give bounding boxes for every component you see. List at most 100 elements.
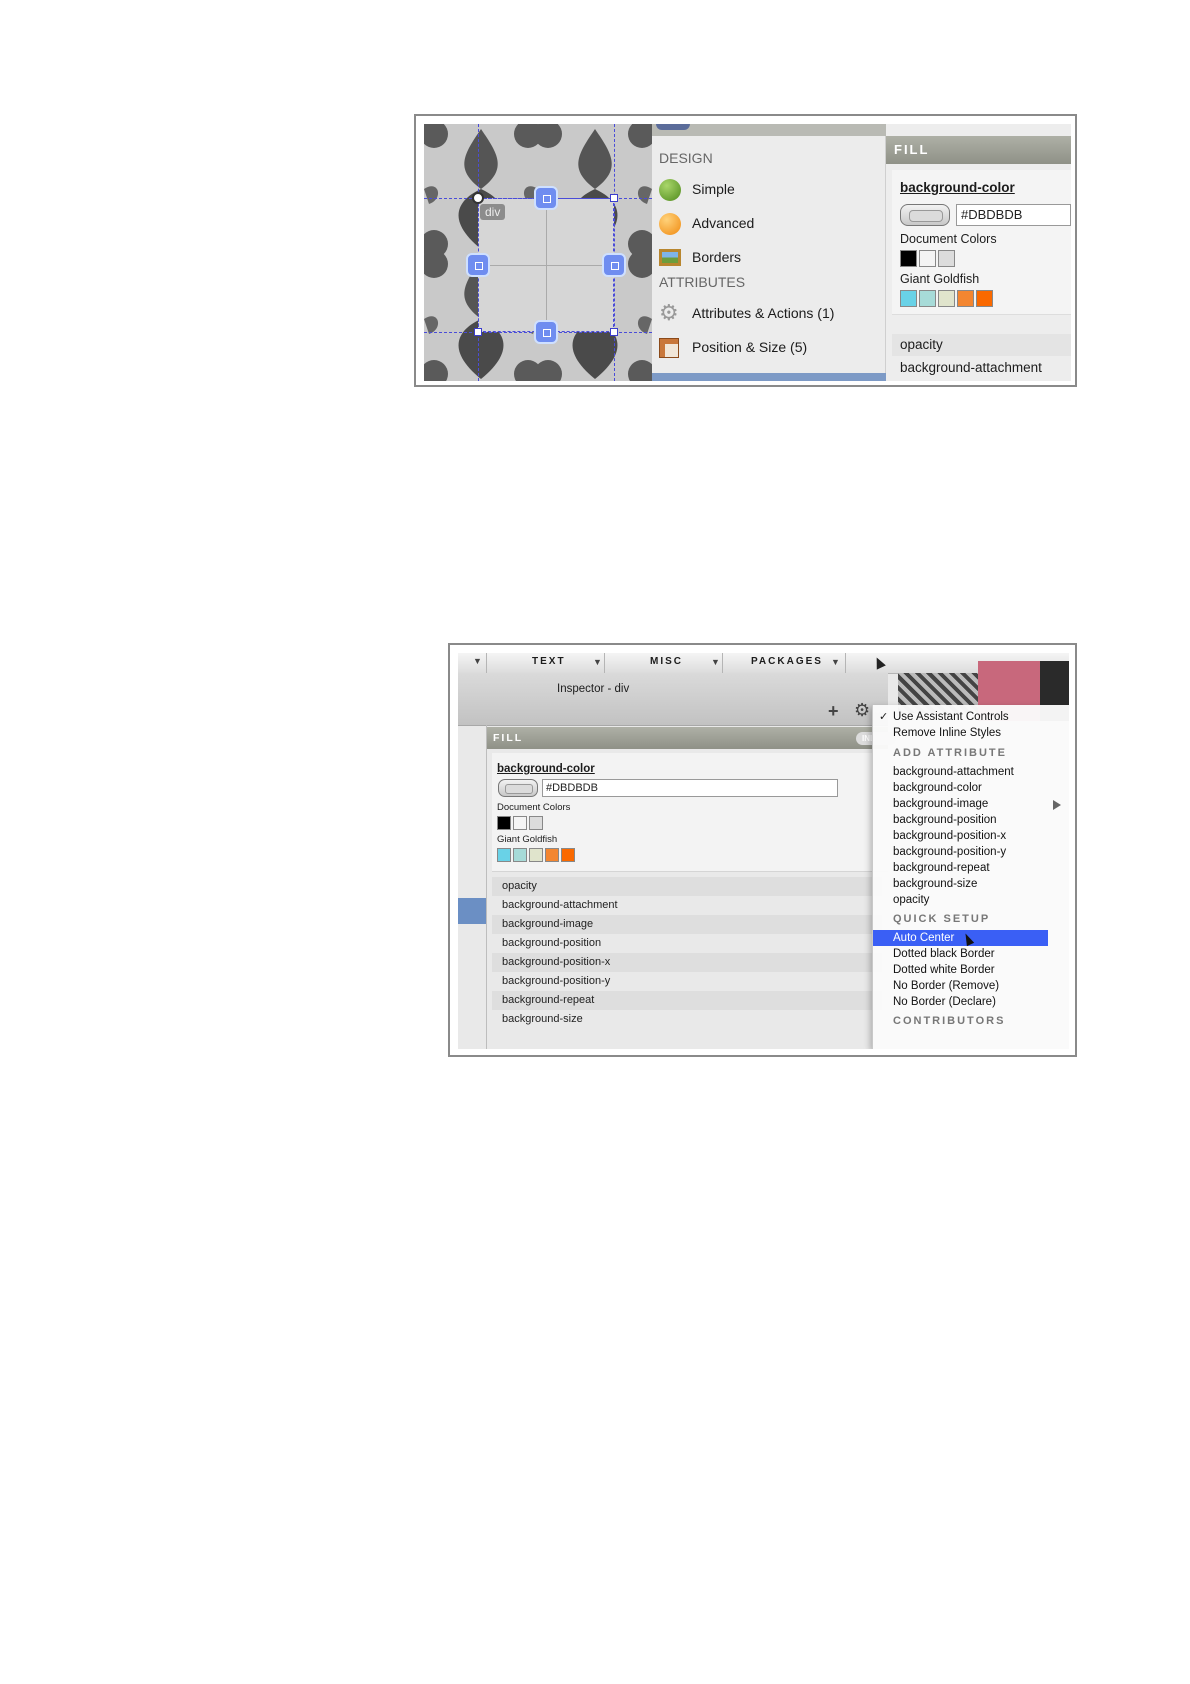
document-color-swatch[interactable] xyxy=(919,250,936,267)
resize-handle-top[interactable] xyxy=(534,186,558,210)
design-panel-selected-strip xyxy=(652,373,886,381)
context-menu: ✓ Use Assistant Controls Remove Inline S… xyxy=(872,705,1069,1049)
tab-text[interactable]: TEXT ▼ xyxy=(486,653,605,673)
color-well-button[interactable] xyxy=(498,779,538,797)
fill-row-background-size[interactable]: background-size xyxy=(492,1010,882,1029)
palette-color-swatch[interactable] xyxy=(957,290,974,307)
fill-row-opacity[interactable]: opacity xyxy=(492,877,882,896)
fill-row-opacity[interactable]: opacity xyxy=(892,334,1071,356)
menu-item-add-background-position-x[interactable]: background-position-x xyxy=(893,830,1006,842)
resize-handle-right[interactable] xyxy=(602,253,626,277)
inspector-window: ▼ TEXT ▼ MISC ▼ PACKAGES ▼ Inspector - d… xyxy=(458,653,1069,1049)
green-circle-icon xyxy=(659,179,681,201)
attr-item-position-size[interactable]: Position & Size (5) xyxy=(659,336,879,360)
design-item-label: Simple xyxy=(692,181,735,197)
menu-item-add-background-image[interactable]: background-image xyxy=(893,798,988,810)
design-item-label: Borders xyxy=(692,249,742,265)
inspector-header xyxy=(458,673,888,726)
screenshot-top: div DESIGN Simple Advanced Borders ATTRI… xyxy=(414,114,1077,387)
palette-color-swatch[interactable] xyxy=(900,290,917,307)
menu-item-add-background-color[interactable]: background-color xyxy=(893,782,982,794)
menu-item-remove-inline-styles[interactable]: Remove Inline Styles xyxy=(893,727,1001,739)
design-item-borders[interactable]: Borders xyxy=(659,246,879,270)
anchor-point[interactable] xyxy=(472,192,484,204)
fill-property-name[interactable]: background-color xyxy=(900,180,1015,195)
menu-item-add-background-size[interactable]: background-size xyxy=(893,878,977,890)
menu-item-no-border-declare[interactable]: No Border (Declare) xyxy=(893,996,996,1008)
menu-item-add-background-position[interactable]: background-position xyxy=(893,814,997,826)
document-color-swatch[interactable] xyxy=(529,816,543,830)
resize-handle-left[interactable] xyxy=(466,253,490,277)
sidebar-divider xyxy=(486,725,487,1049)
fill-row-background-image[interactable]: background-image xyxy=(492,915,882,934)
resize-handle-bottom[interactable] xyxy=(534,320,558,344)
screenshot-bottom: ▼ TEXT ▼ MISC ▼ PACKAGES ▼ Inspector - d… xyxy=(448,643,1077,1057)
palette-color-swatch[interactable] xyxy=(497,848,511,862)
fill-row-background-attachment[interactable]: background-attachment xyxy=(492,896,882,915)
section-design-heading: DESIGN xyxy=(659,150,713,166)
palette-color-swatch[interactable] xyxy=(529,848,543,862)
fill-row-background-position-y[interactable]: background-position-y xyxy=(492,972,882,991)
color-well-button[interactable] xyxy=(900,204,950,226)
palette-color-swatch[interactable] xyxy=(919,290,936,307)
fill-property-name[interactable]: background-color xyxy=(497,763,595,775)
chevron-down-icon: ▼ xyxy=(593,657,602,667)
document-color-swatch[interactable] xyxy=(900,250,917,267)
menu-item-add-opacity[interactable]: opacity xyxy=(893,894,929,906)
attr-item-label: Attributes & Actions (1) xyxy=(692,305,835,321)
chevron-down-icon: ▼ xyxy=(711,657,720,667)
gear-icon: ⚙ xyxy=(659,300,679,325)
menu-item-dotted-white-border[interactable]: Dotted white Border xyxy=(893,964,995,976)
menu-item-no-border-remove[interactable]: No Border (Remove) xyxy=(893,980,999,992)
menu-section-contributors: CONTRIBUTORS xyxy=(893,1015,1006,1027)
document-color-swatch[interactable] xyxy=(497,816,511,830)
document-color-swatch[interactable] xyxy=(513,816,527,830)
palette-color-swatch[interactable] xyxy=(561,848,575,862)
corner-handle-br[interactable] xyxy=(610,328,618,336)
ruler-icon xyxy=(659,338,679,358)
div-tag-label: div xyxy=(480,204,506,220)
palette-color-swatch[interactable] xyxy=(513,848,527,862)
attr-item-attributes-actions[interactable]: ⚙ Attributes & Actions (1) xyxy=(659,302,879,326)
menu-item-add-background-position-y[interactable]: background-position-y xyxy=(893,846,1006,858)
menu-item-add-background-attachment[interactable]: background-attachment xyxy=(893,766,1014,778)
inspector-title: Inspector - div xyxy=(557,683,630,695)
fill-row-background-position-x[interactable]: background-position-x xyxy=(492,953,882,972)
tab-label: TEXT xyxy=(532,656,566,667)
sidebar-selected-strip xyxy=(458,898,486,924)
fill-row-background-position[interactable]: background-position xyxy=(492,934,882,953)
menu-item-dotted-black-border[interactable]: Dotted black Border xyxy=(893,948,995,960)
color-value-input[interactable]: #DBDBDB xyxy=(956,204,1071,226)
design-canvas[interactable]: div xyxy=(424,124,652,381)
checkmark-icon: ✓ xyxy=(879,711,889,723)
design-item-simple[interactable]: Simple xyxy=(659,178,879,202)
picture-frame-icon xyxy=(659,249,681,266)
menu-item-auto-center[interactable]: Auto Center xyxy=(893,932,954,944)
document-colors-label: Document Colors xyxy=(497,802,571,813)
chevron-down-icon: ▼ xyxy=(831,657,840,667)
fill-panel-header: FILL xyxy=(886,136,1071,164)
fill-panel: FILL background-color #DBDBDB Document C… xyxy=(886,124,1071,381)
palette-color-swatch[interactable] xyxy=(938,290,955,307)
menu-item-add-background-repeat[interactable]: background-repeat xyxy=(893,862,990,874)
fill-attribute-list: opacity background-attachment background… xyxy=(492,877,888,1049)
tab-label: MISC xyxy=(650,656,683,667)
palette-label: Giant Goldfish xyxy=(900,272,980,286)
menu-item-use-assistant-controls[interactable]: Use Assistant Controls xyxy=(893,711,1009,723)
design-item-advanced[interactable]: Advanced xyxy=(659,212,879,236)
palette-color-swatch[interactable] xyxy=(545,848,559,862)
submenu-arrow-icon xyxy=(1053,800,1061,810)
document-color-swatch[interactable] xyxy=(938,250,955,267)
gear-icon[interactable]: ⚙ xyxy=(854,701,870,719)
fill-row-background-repeat[interactable]: background-repeat xyxy=(492,991,882,1010)
fill-row-background-attachment[interactable]: background-attachment xyxy=(892,357,1071,379)
corner-handle-tr[interactable] xyxy=(610,194,618,202)
corner-handle-bl[interactable] xyxy=(474,328,482,336)
palette-color-swatch[interactable] xyxy=(976,290,993,307)
tab-packages[interactable]: PACKAGES ▼ xyxy=(722,653,846,673)
tab-misc[interactable]: MISC ▼ xyxy=(604,653,723,673)
toolbar-dropdown-arrow[interactable]: ▼ xyxy=(473,656,482,666)
section-attributes-heading: ATTRIBUTES xyxy=(659,274,746,290)
color-value-input[interactable]: #DBDBDB xyxy=(542,779,838,797)
add-icon[interactable]: + xyxy=(828,702,839,720)
